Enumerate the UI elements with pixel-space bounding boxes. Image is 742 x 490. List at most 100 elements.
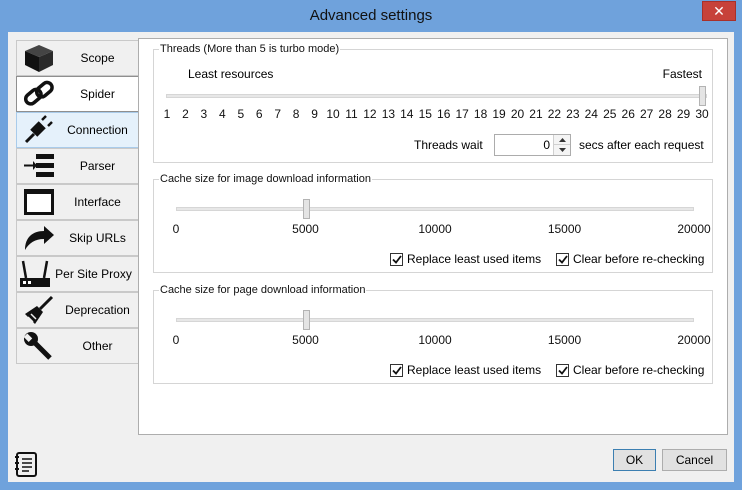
window-title: Advanced settings bbox=[309, 7, 433, 24]
threads-tick-label: 7 bbox=[274, 107, 282, 121]
image-cache-group: Cache size for image download informatio… bbox=[153, 173, 713, 273]
wrench-icon bbox=[17, 329, 61, 363]
threads-tick-label: 5 bbox=[237, 107, 245, 121]
image-cache-clear-checkbox[interactable]: Clear before re-checking bbox=[556, 252, 704, 266]
title-bar[interactable]: Advanced settings ✕ bbox=[0, 0, 742, 32]
nav-label-connection: Connection bbox=[67, 123, 128, 137]
threads-tick-label: 12 bbox=[363, 107, 377, 121]
threads-tick-label: 2 bbox=[182, 107, 189, 121]
threads-wait-label: Threads wait bbox=[414, 138, 483, 152]
threads-tick-label: 18 bbox=[473, 107, 488, 121]
threads-group-title: Threads (More than 5 is turbo mode) bbox=[159, 43, 341, 55]
nav-item-deprecation[interactable]: Deprecation bbox=[16, 292, 139, 328]
nav-label-parser: Parser bbox=[79, 159, 116, 173]
nav-item-connection[interactable]: Connection bbox=[16, 112, 139, 148]
page-cache-slider-track[interactable] bbox=[176, 318, 694, 322]
threads-tick-label: 30 bbox=[695, 107, 709, 121]
dialog-client-area: Scope Spider Connection Parser Interface… bbox=[8, 32, 734, 482]
page-cache-tick-label: 0 bbox=[172, 333, 180, 347]
threads-tick-label: 25 bbox=[603, 107, 617, 121]
threads-tick-label: 23 bbox=[566, 107, 580, 121]
image-cache-slider-thumb[interactable] bbox=[302, 199, 310, 219]
cube-icon bbox=[17, 41, 61, 75]
nav-item-spider[interactable]: Spider bbox=[16, 76, 139, 112]
cancel-button[interactable]: Cancel bbox=[662, 449, 727, 471]
page-cache-slider-thumb[interactable] bbox=[302, 310, 310, 330]
threads-wait-suffix: secs after each request bbox=[579, 138, 704, 152]
router-icon bbox=[17, 257, 53, 291]
window-icon bbox=[17, 185, 61, 219]
notes-icon bbox=[15, 452, 37, 477]
threads-tick-label: 14 bbox=[400, 107, 414, 121]
nav-label-interface: Interface bbox=[74, 195, 121, 209]
image-cache-tick-label: 5000 bbox=[292, 222, 319, 236]
image-cache-tick-label: 10000 bbox=[418, 222, 452, 236]
ok-button[interactable]: OK bbox=[613, 449, 656, 471]
threads-tick-label: 26 bbox=[621, 107, 635, 121]
threads-tick-label: 15 bbox=[418, 107, 432, 121]
threads-tick-label: 29 bbox=[676, 107, 691, 121]
chain-link-icon bbox=[17, 77, 61, 111]
threads-tick-label: 20 bbox=[510, 107, 525, 121]
checkmark-icon bbox=[557, 365, 568, 375]
threads-tick-label: 8 bbox=[292, 107, 300, 121]
notes-button[interactable] bbox=[14, 451, 40, 477]
checkbox-box[interactable] bbox=[556, 252, 569, 266]
threads-tick-label: 24 bbox=[584, 107, 598, 121]
page-cache-clear-label: Clear before re-checking bbox=[573, 363, 705, 377]
nav-item-per-site-proxy[interactable]: Per Site Proxy bbox=[16, 256, 139, 292]
threads-tick-label: 9 bbox=[311, 107, 318, 121]
threads-wait-spinner[interactable]: 0 bbox=[494, 134, 571, 156]
image-cache-group-title: Cache size for image download informatio… bbox=[159, 173, 372, 185]
plug-icon bbox=[17, 113, 61, 147]
page-cache-tick-label: 15000 bbox=[547, 333, 582, 347]
image-cache-tick-label: 20000 bbox=[677, 222, 711, 236]
spinner-up-button[interactable] bbox=[554, 135, 570, 145]
checkbox-box[interactable] bbox=[556, 363, 569, 377]
image-cache-clear-label: Clear before re-checking bbox=[573, 252, 705, 266]
page-cache-tick-label: 5000 bbox=[292, 333, 319, 347]
nav-item-scope[interactable]: Scope bbox=[16, 40, 139, 76]
chevron-down-icon bbox=[558, 148, 566, 152]
threads-slider-track[interactable] bbox=[166, 94, 707, 98]
image-cache-replace-checkbox[interactable]: Replace least used items bbox=[390, 252, 541, 266]
checkbox-box[interactable] bbox=[390, 252, 403, 266]
nav-label-scope: Scope bbox=[80, 51, 115, 65]
close-button[interactable]: ✕ bbox=[702, 1, 736, 21]
checkmark-icon bbox=[391, 254, 402, 264]
threads-tick-label: 19 bbox=[492, 107, 506, 121]
threads-tick-label: 27 bbox=[639, 107, 654, 121]
image-cache-slider-track[interactable] bbox=[176, 207, 694, 211]
nav-item-skip-urls[interactable]: Skip URLs bbox=[16, 220, 139, 256]
nav-item-parser[interactable]: Parser bbox=[16, 148, 139, 184]
broom-icon bbox=[17, 293, 61, 327]
image-cache-tick-label: 0 bbox=[172, 222, 180, 236]
image-cache-tick-label: 15000 bbox=[547, 222, 582, 236]
page-cache-tick-label: 20000 bbox=[677, 333, 711, 347]
least-resources-caption: Least resources bbox=[188, 67, 274, 81]
nav-label-per-site-proxy: Per Site Proxy bbox=[55, 267, 132, 281]
checkbox-box[interactable] bbox=[390, 363, 403, 377]
threads-tick-label: 16 bbox=[437, 107, 451, 121]
threads-tick-label: 17 bbox=[455, 107, 469, 121]
page-cache-replace-checkbox[interactable]: Replace least used items bbox=[390, 363, 541, 377]
parser-arrow-icon bbox=[17, 149, 61, 183]
threads-group: Threads (More than 5 is turbo mode) Leas… bbox=[153, 43, 713, 163]
threads-tick-label: 1 bbox=[163, 107, 171, 121]
page-cache-clear-checkbox[interactable]: Clear before re-checking bbox=[556, 363, 704, 377]
advanced-settings-window: Advanced settings ✕ Scope Spider Connect… bbox=[0, 0, 742, 490]
nav-label-other: Other bbox=[82, 339, 113, 353]
image-cache-replace-label: Replace least used items bbox=[407, 252, 542, 266]
threads-tick-label: 10 bbox=[326, 107, 340, 121]
curved-arrow-icon bbox=[17, 221, 61, 255]
threads-slider-thumb[interactable] bbox=[699, 86, 706, 106]
nav-label-spider: Spider bbox=[80, 87, 115, 101]
nav-item-interface[interactable]: Interface bbox=[16, 184, 139, 220]
page-cache-group-title: Cache size for page download information bbox=[159, 284, 367, 296]
nav-label-skip-urls: Skip URLs bbox=[69, 231, 126, 245]
spinner-down-button[interactable] bbox=[554, 145, 570, 155]
threads-tick-label: 13 bbox=[381, 107, 396, 121]
nav-item-other[interactable]: Other bbox=[16, 328, 139, 364]
threads-wait-value[interactable]: 0 bbox=[543, 138, 550, 152]
nav-label-deprecation: Deprecation bbox=[65, 303, 130, 317]
